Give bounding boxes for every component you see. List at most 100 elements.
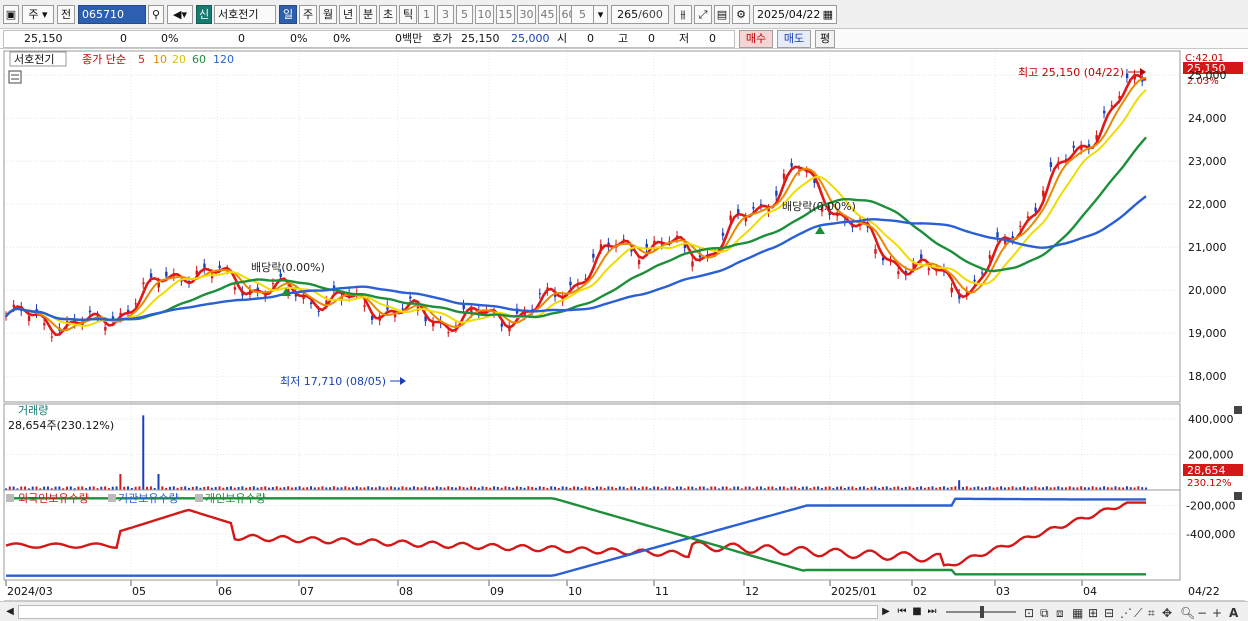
volume-bar — [470, 486, 473, 490]
period-tab-tick[interactable]: 틱 — [399, 5, 417, 24]
candle-body — [500, 323, 504, 327]
draw-tool-icon[interactable]: ⤢ — [694, 5, 712, 24]
price-tick-label: 25,000 — [1188, 69, 1227, 82]
volume-bar — [851, 486, 854, 490]
candle-body — [1125, 73, 1129, 79]
interval-1[interactable]: 1 — [418, 5, 435, 24]
overlay-icon[interactable]: ⧈ — [1056, 606, 1064, 620]
fast-forward-icon[interactable]: ⏭ — [926, 605, 938, 619]
chevron-down-icon[interactable]: ▾ — [593, 5, 608, 24]
sound-icon[interactable]: ◀▾ — [167, 5, 193, 24]
custom-interval-input[interactable]: 5 — [571, 5, 593, 24]
interval-15[interactable]: 15 — [496, 5, 515, 24]
compare-icon[interactable]: ⊟ — [1104, 606, 1114, 620]
search-icon[interactable]: ⚲ — [148, 5, 164, 24]
volume-bar — [805, 486, 808, 490]
holdings-tick-label: -200,000 — [1186, 499, 1235, 512]
chart-canvas[interactable]: 서호전기 종가 단순 5 10 20 60 120 C:42.01 25,150… — [0, 50, 1248, 602]
scroll-track[interactable] — [18, 605, 878, 619]
font-size-button[interactable]: A — [1229, 606, 1238, 620]
x-tick-label: 05 — [132, 585, 146, 598]
magnifier-icon[interactable]: 🔍︎ — [1180, 606, 1195, 620]
candle-body — [721, 232, 725, 236]
zoom-in-button[interactable]: + — [1212, 606, 1222, 620]
volume-bar — [756, 486, 759, 490]
candle-body — [104, 326, 107, 331]
price-tick-label: 23,000 — [1188, 155, 1227, 168]
grid-icon[interactable]: ⊞ — [1088, 606, 1098, 620]
x-tick-label: 07 — [300, 585, 314, 598]
candle-body — [988, 255, 992, 259]
split-view-icon[interactable]: ⧉ — [1040, 606, 1049, 620]
volume-bar — [58, 486, 61, 490]
candle-body — [310, 302, 313, 305]
layout-icon[interactable]: ▦ — [1072, 606, 1083, 620]
scroll-left-icon[interactable]: ◀ — [4, 605, 16, 619]
interval-5[interactable]: 5 — [456, 5, 473, 24]
volume-panel-title: 거래량 — [18, 404, 48, 417]
volume-bar — [458, 486, 461, 490]
volume-bar — [744, 486, 747, 490]
scroll-right-icon[interactable]: ▶ — [880, 605, 892, 619]
volume-bar — [1011, 486, 1014, 490]
layout-icon[interactable]: ▣ — [3, 5, 19, 24]
interval-3[interactable]: 3 — [437, 5, 454, 24]
candle-body — [1103, 110, 1106, 114]
zoom-out-button[interactable]: − — [1197, 606, 1207, 620]
sell-button[interactable]: 매도 — [777, 30, 811, 48]
volume-bar — [127, 486, 130, 490]
candle-body — [1034, 207, 1037, 212]
quote-low-value: 0 — [709, 32, 716, 45]
period-tab-minute[interactable]: 분 — [359, 5, 377, 24]
period-tab-day[interactable]: 일 — [279, 5, 297, 24]
x-tick-label: 06 — [218, 585, 232, 598]
period-tab-second[interactable]: 초 — [379, 5, 397, 24]
market-select[interactable]: 주 ▾ — [22, 5, 54, 24]
candle-type-icon[interactable]: ⫵ — [674, 5, 692, 24]
interval-45[interactable]: 45 — [538, 5, 557, 24]
calendar-icon[interactable]: ▦ — [823, 6, 833, 23]
period-tab-month[interactable]: 월 — [319, 5, 337, 24]
x-right-label: 04/22 — [1188, 585, 1220, 598]
trend-up-icon[interactable]: ⟋ — [1134, 606, 1142, 620]
price-tick-label: 24,000 — [1188, 112, 1227, 125]
volume-bar — [653, 486, 656, 490]
interval-10[interactable]: 10 — [475, 5, 494, 24]
stock-code-input[interactable]: 065710 — [78, 5, 146, 24]
chart-scrollbar[interactable]: ◀ ▶ ⏮ ■ ⏭ ⊡ ⧉ ⧈ ▦ ⊞ ⊟ ⋰ ⟋ ⌗ ✥ 🔍︎ − + A — [0, 601, 1248, 621]
volume-bar — [43, 486, 46, 490]
volume-info: 28,654주(230.12%) — [8, 419, 114, 432]
evaluation-button[interactable]: 평 — [815, 30, 835, 48]
gear-icon[interactable]: ⚙ — [732, 5, 750, 24]
volume-bar — [298, 486, 301, 490]
data-count-field[interactable]: 265/600 — [611, 5, 669, 24]
volume-bar — [668, 486, 671, 490]
volume-bar — [54, 486, 57, 490]
volume-bar — [641, 486, 644, 490]
volume-bar — [229, 486, 232, 490]
move-icon[interactable]: ✥ — [1162, 606, 1172, 620]
interval-30[interactable]: 30 — [517, 5, 536, 24]
buy-button[interactable]: 매수 — [739, 30, 773, 48]
volume-bar — [332, 486, 335, 490]
volume-bar — [69, 486, 72, 490]
chart-area[interactable]: 서호전기 종가 단순 5 10 20 60 120 C:42.01 25,150… — [0, 50, 1248, 602]
date-field[interactable]: 2025/04/22 ▦ — [753, 5, 837, 24]
zoom-slider-handle[interactable] — [980, 606, 984, 618]
stop-icon[interactable]: ■ — [911, 605, 923, 619]
ma-period-120: 120 — [213, 53, 234, 66]
period-tab-week[interactable]: 주 — [299, 5, 317, 24]
volume-bar — [702, 486, 705, 490]
candle-body — [447, 332, 450, 334]
rewind-icon[interactable]: ⏮ — [896, 605, 908, 619]
volume-bar — [66, 486, 69, 490]
prev-stock-button[interactable]: 전 — [57, 5, 75, 24]
crosshair-icon[interactable]: ⊡ — [1024, 606, 1034, 620]
save-icon[interactable]: ▤ — [714, 5, 730, 24]
volume-panel-close-icon — [1234, 406, 1242, 414]
period-tab-year[interactable]: 년 — [339, 5, 357, 24]
volume-bar — [656, 486, 659, 490]
trend-icon[interactable]: ⋰ — [1120, 606, 1132, 620]
legend-marker-institution — [108, 494, 116, 502]
magnet-icon[interactable]: ⌗ — [1148, 606, 1155, 620]
